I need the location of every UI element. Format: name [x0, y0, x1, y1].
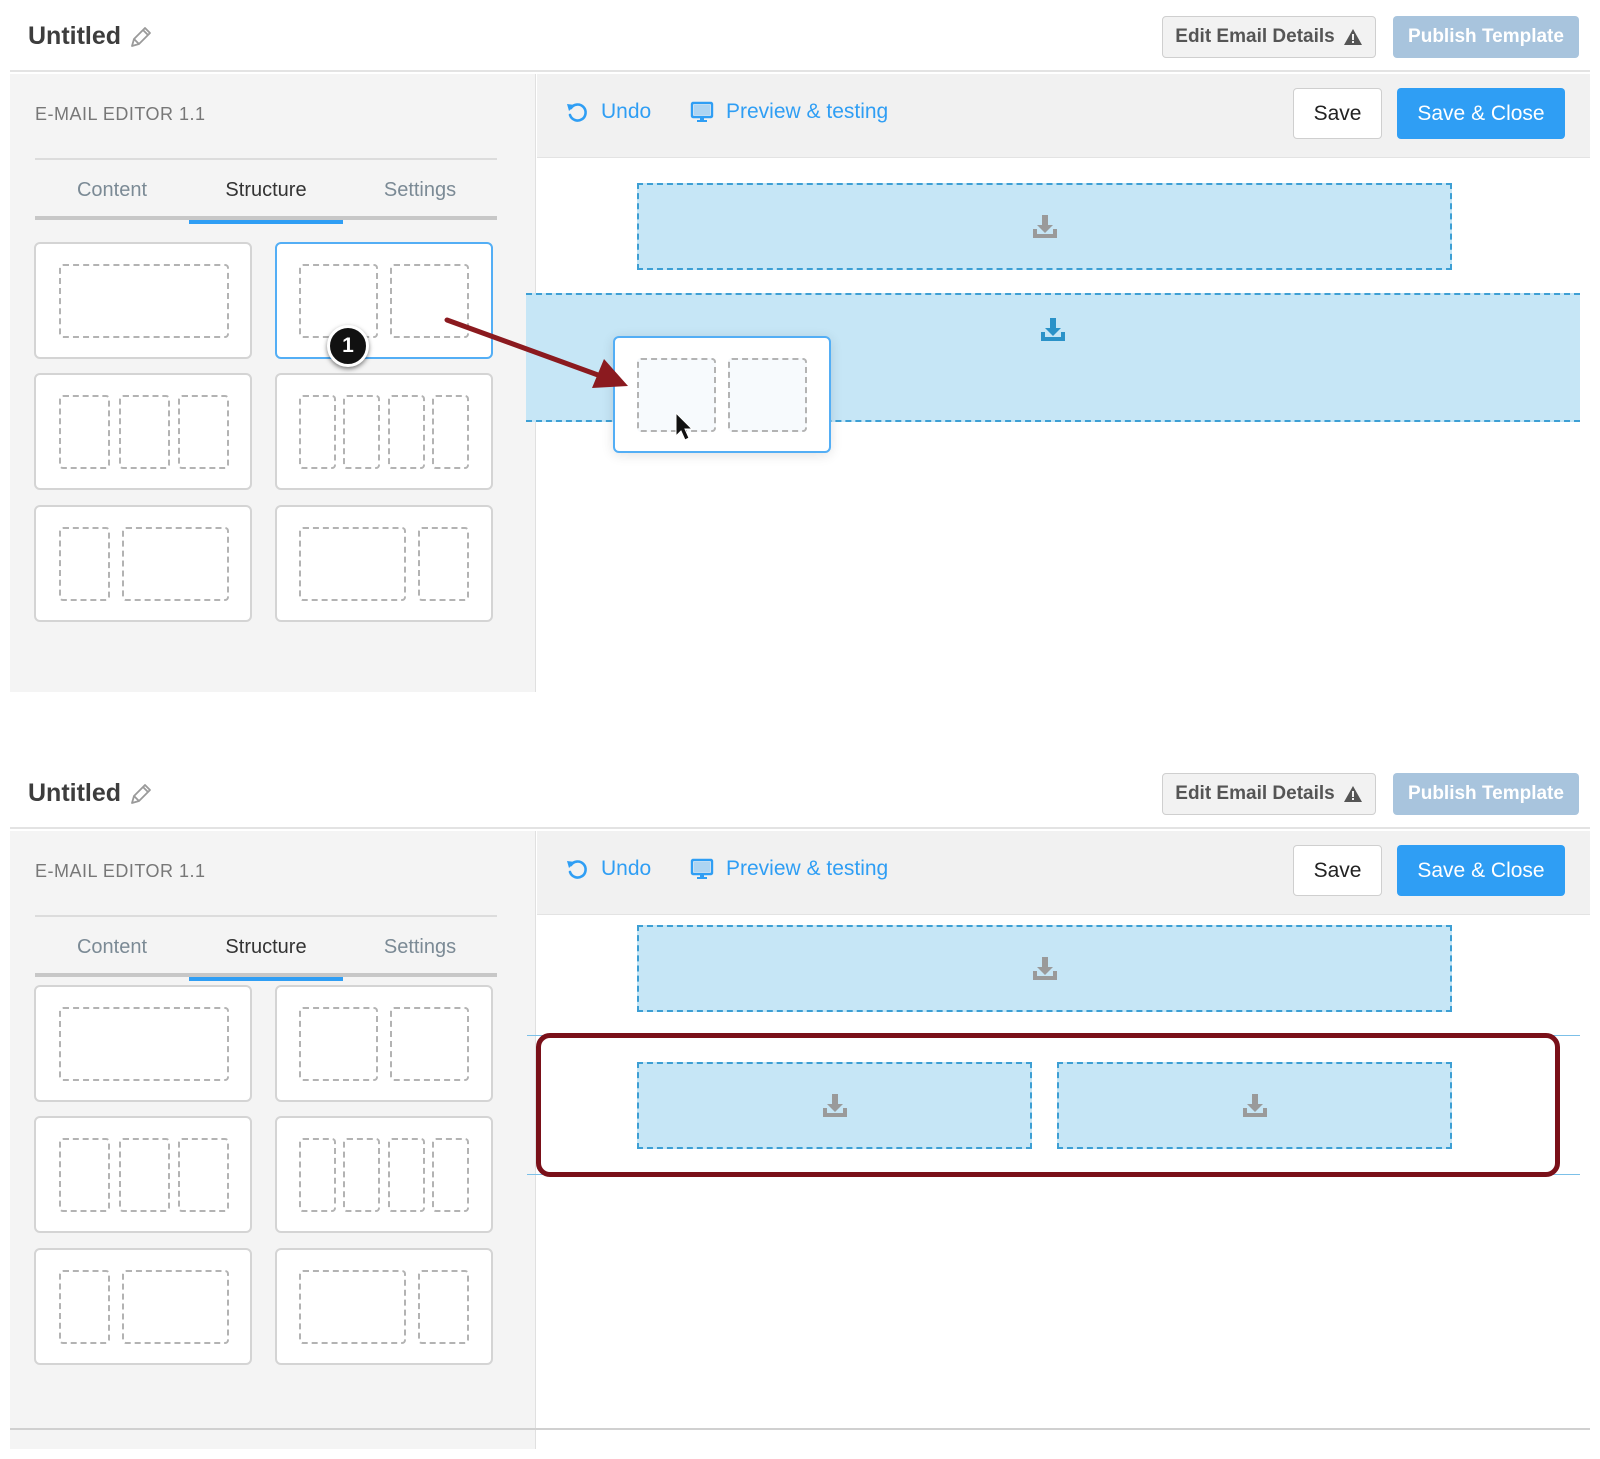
- sidebar: E-MAIL EDITOR 1.1 Content Structure Sett…: [10, 831, 536, 1449]
- download-icon: [1030, 954, 1060, 984]
- layout-2-columns[interactable]: [275, 985, 493, 1102]
- layout-cell: [299, 1270, 406, 1344]
- layout-cell: [59, 1007, 229, 1081]
- layout-narrow-wide[interactable]: [34, 1248, 252, 1365]
- sidebar-title: E-MAIL EDITOR 1.1: [35, 861, 206, 881]
- save-close-button[interactable]: Save & Close: [1397, 845, 1565, 896]
- step-callout-badge: 1: [327, 325, 369, 367]
- preview-testing-button[interactable]: Preview & testing: [690, 857, 888, 881]
- layout-cell: [390, 1007, 469, 1081]
- cursor-icon: [675, 411, 694, 441]
- publish-template-button[interactable]: Publish Template: [1393, 773, 1579, 815]
- layout-cell: [59, 1138, 110, 1212]
- header-bar: Untitled Edit Email Details Publish Temp…: [10, 757, 1590, 829]
- edit-email-details-button[interactable]: Edit Email Details: [1162, 773, 1376, 815]
- layout-3-columns[interactable]: [34, 1116, 252, 1233]
- layout-cell: [59, 1270, 110, 1344]
- layout-cell: [122, 1270, 229, 1344]
- layout-cell: [299, 1007, 378, 1081]
- layout-cell: [343, 1138, 380, 1212]
- preview-label: Preview & testing: [726, 857, 889, 880]
- layout-1-column[interactable]: [34, 985, 252, 1102]
- layout-cell: [432, 1138, 469, 1212]
- warning-icon: [1343, 785, 1363, 803]
- layout-cell: [178, 1138, 229, 1212]
- undo-label: Undo: [601, 857, 652, 880]
- layout-cell: [119, 1138, 170, 1212]
- page-title: Untitled: [28, 779, 122, 807]
- save-button[interactable]: Save: [1293, 845, 1382, 896]
- undo-button[interactable]: Undo: [565, 857, 651, 881]
- tab-structure[interactable]: Structure: [189, 917, 343, 981]
- sidebar-tabs: Content Structure Settings: [35, 917, 497, 981]
- layout-cell: [299, 1138, 336, 1212]
- layout-cell: [418, 1270, 469, 1344]
- layout-4-columns[interactable]: [275, 1116, 493, 1233]
- monitor-icon: [690, 857, 714, 881]
- tab-settings[interactable]: Settings: [343, 917, 497, 977]
- divider: [10, 1428, 1590, 1430]
- drag-arrow-annotation: [444, 317, 694, 441]
- edit-email-details-label: Edit Email Details: [1175, 783, 1335, 804]
- layout-wide-narrow[interactable]: [275, 1248, 493, 1365]
- pencil-icon[interactable]: [128, 781, 154, 807]
- tab-content[interactable]: Content: [35, 917, 189, 977]
- new-row-highlight: [536, 1033, 1560, 1177]
- content-dropzone[interactable]: [637, 925, 1452, 1012]
- editor-toolbar: Undo Preview & testing Save Save & Close: [537, 831, 1590, 915]
- layout-cell: [388, 1138, 425, 1212]
- undo-icon: [565, 857, 589, 881]
